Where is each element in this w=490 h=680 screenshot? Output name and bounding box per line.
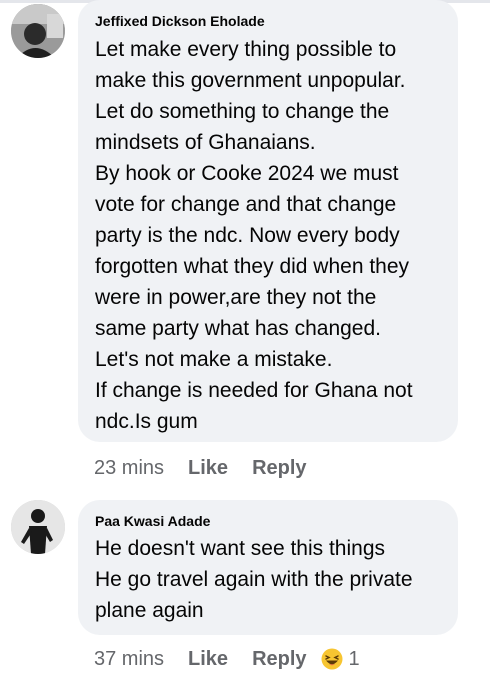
avatar-image [11,500,65,554]
comment-bubble: Jeffixed Dickson Eholade Let make every … [78,0,458,442]
comment-text-line: By hook or Cooke 2024 we must [95,162,399,185]
comment-text-line: He go travel again with the private [95,568,413,591]
haha-emoji-icon [321,648,343,670]
comment-timestamp[interactable]: 37 mins [94,648,164,671]
comment-text-line: were in power,are they not the [95,286,377,309]
like-button[interactable]: Like [188,648,228,671]
comment-actions: 37 mins Like Reply 1 [94,645,360,673]
comment-text: Let make every thing possible to make th… [95,34,444,437]
comment-text-line: Let's not make a mistake. [95,348,333,371]
comment-text-line: same party what has changed. [95,317,382,340]
reaction-summary[interactable]: 1 [321,648,360,671]
comment-text-line: Let do something to change the [95,100,390,123]
reply-button[interactable]: Reply [252,648,306,671]
avatar[interactable] [11,4,65,58]
comment-text-line: make this government unpopular. [95,69,406,92]
reply-button[interactable]: Reply [252,457,306,480]
comment-author[interactable]: Jeffixed Dickson Eholade [95,0,444,30]
comment-text-line: party is the ndc. Now every body [95,224,400,247]
avatar[interactable] [11,500,65,554]
comment-actions: 23 mins Like Reply [94,454,331,482]
comment-text-line: mindsets of Ghanaians. [95,131,316,154]
comment-text-line: He doesn't want see this things [95,537,386,560]
comment-text-line: plane again [95,599,204,622]
comment-text-line: If change is needed for Ghana not [95,379,413,402]
comment-text: He doesn't want see this things He go tr… [95,533,444,626]
comment-text-line: vote for change and that change [95,193,397,216]
comment-bubble: Paa Kwasi Adade He doesn't want see this… [78,500,458,635]
comment-text-line: forgotten what they did when they [95,255,410,278]
comment-text-line: ndc.Is gum [95,410,198,433]
reaction-count: 1 [348,647,360,670]
comment-timestamp[interactable]: 23 mins [94,457,164,480]
comment-author[interactable]: Paa Kwasi Adade [95,500,444,530]
avatar-image [11,4,65,58]
comment-text-line: Let make every thing possible to [95,38,397,61]
like-button[interactable]: Like [188,457,228,480]
